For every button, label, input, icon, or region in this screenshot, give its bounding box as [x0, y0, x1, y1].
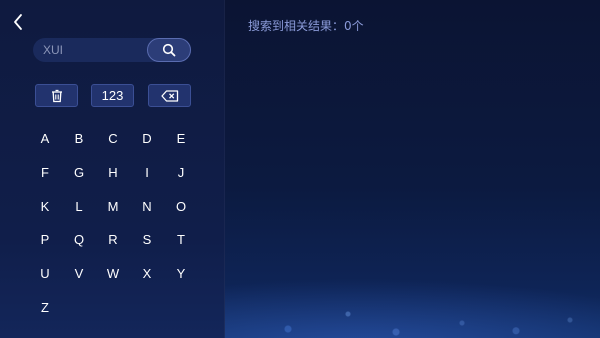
key-r[interactable]: R: [96, 223, 130, 256]
search-panel: 123 A B C D E F G H I J K L M N O P Q R …: [0, 0, 225, 338]
key-z[interactable]: Z: [28, 291, 62, 324]
numbers-button[interactable]: 123: [91, 84, 134, 107]
key-g[interactable]: G: [62, 156, 96, 189]
key-u[interactable]: U: [28, 257, 62, 290]
key-i[interactable]: I: [130, 156, 164, 189]
chevron-left-icon: [14, 14, 22, 30]
key-d[interactable]: D: [130, 122, 164, 155]
key-e[interactable]: E: [164, 122, 198, 155]
key-l[interactable]: L: [62, 190, 96, 223]
key-p[interactable]: P: [28, 223, 62, 256]
key-h[interactable]: H: [96, 156, 130, 189]
key-c[interactable]: C: [96, 122, 130, 155]
clear-button[interactable]: [35, 84, 78, 107]
key-v[interactable]: V: [62, 257, 96, 290]
key-x[interactable]: X: [130, 257, 164, 290]
key-t[interactable]: T: [164, 223, 198, 256]
search-box: [33, 38, 191, 62]
back-button[interactable]: [8, 11, 28, 33]
search-result-count: 搜索到相关结果：0个: [248, 19, 364, 33]
key-n[interactable]: N: [130, 190, 164, 223]
key-a[interactable]: A: [28, 122, 62, 155]
search-input[interactable]: [43, 38, 143, 62]
key-m[interactable]: M: [96, 190, 130, 223]
backspace-icon: [160, 89, 178, 102]
key-w[interactable]: W: [96, 257, 130, 290]
key-o[interactable]: O: [164, 190, 198, 223]
key-f[interactable]: F: [28, 156, 62, 189]
key-s[interactable]: S: [130, 223, 164, 256]
trash-icon: [51, 89, 62, 102]
key-j[interactable]: J: [164, 156, 198, 189]
backspace-button[interactable]: [148, 84, 191, 107]
key-b[interactable]: B: [62, 122, 96, 155]
key-q[interactable]: Q: [62, 223, 96, 256]
search-icon: [162, 43, 176, 57]
search-button[interactable]: [147, 38, 191, 62]
key-k[interactable]: K: [28, 190, 62, 223]
key-y[interactable]: Y: [164, 257, 198, 290]
